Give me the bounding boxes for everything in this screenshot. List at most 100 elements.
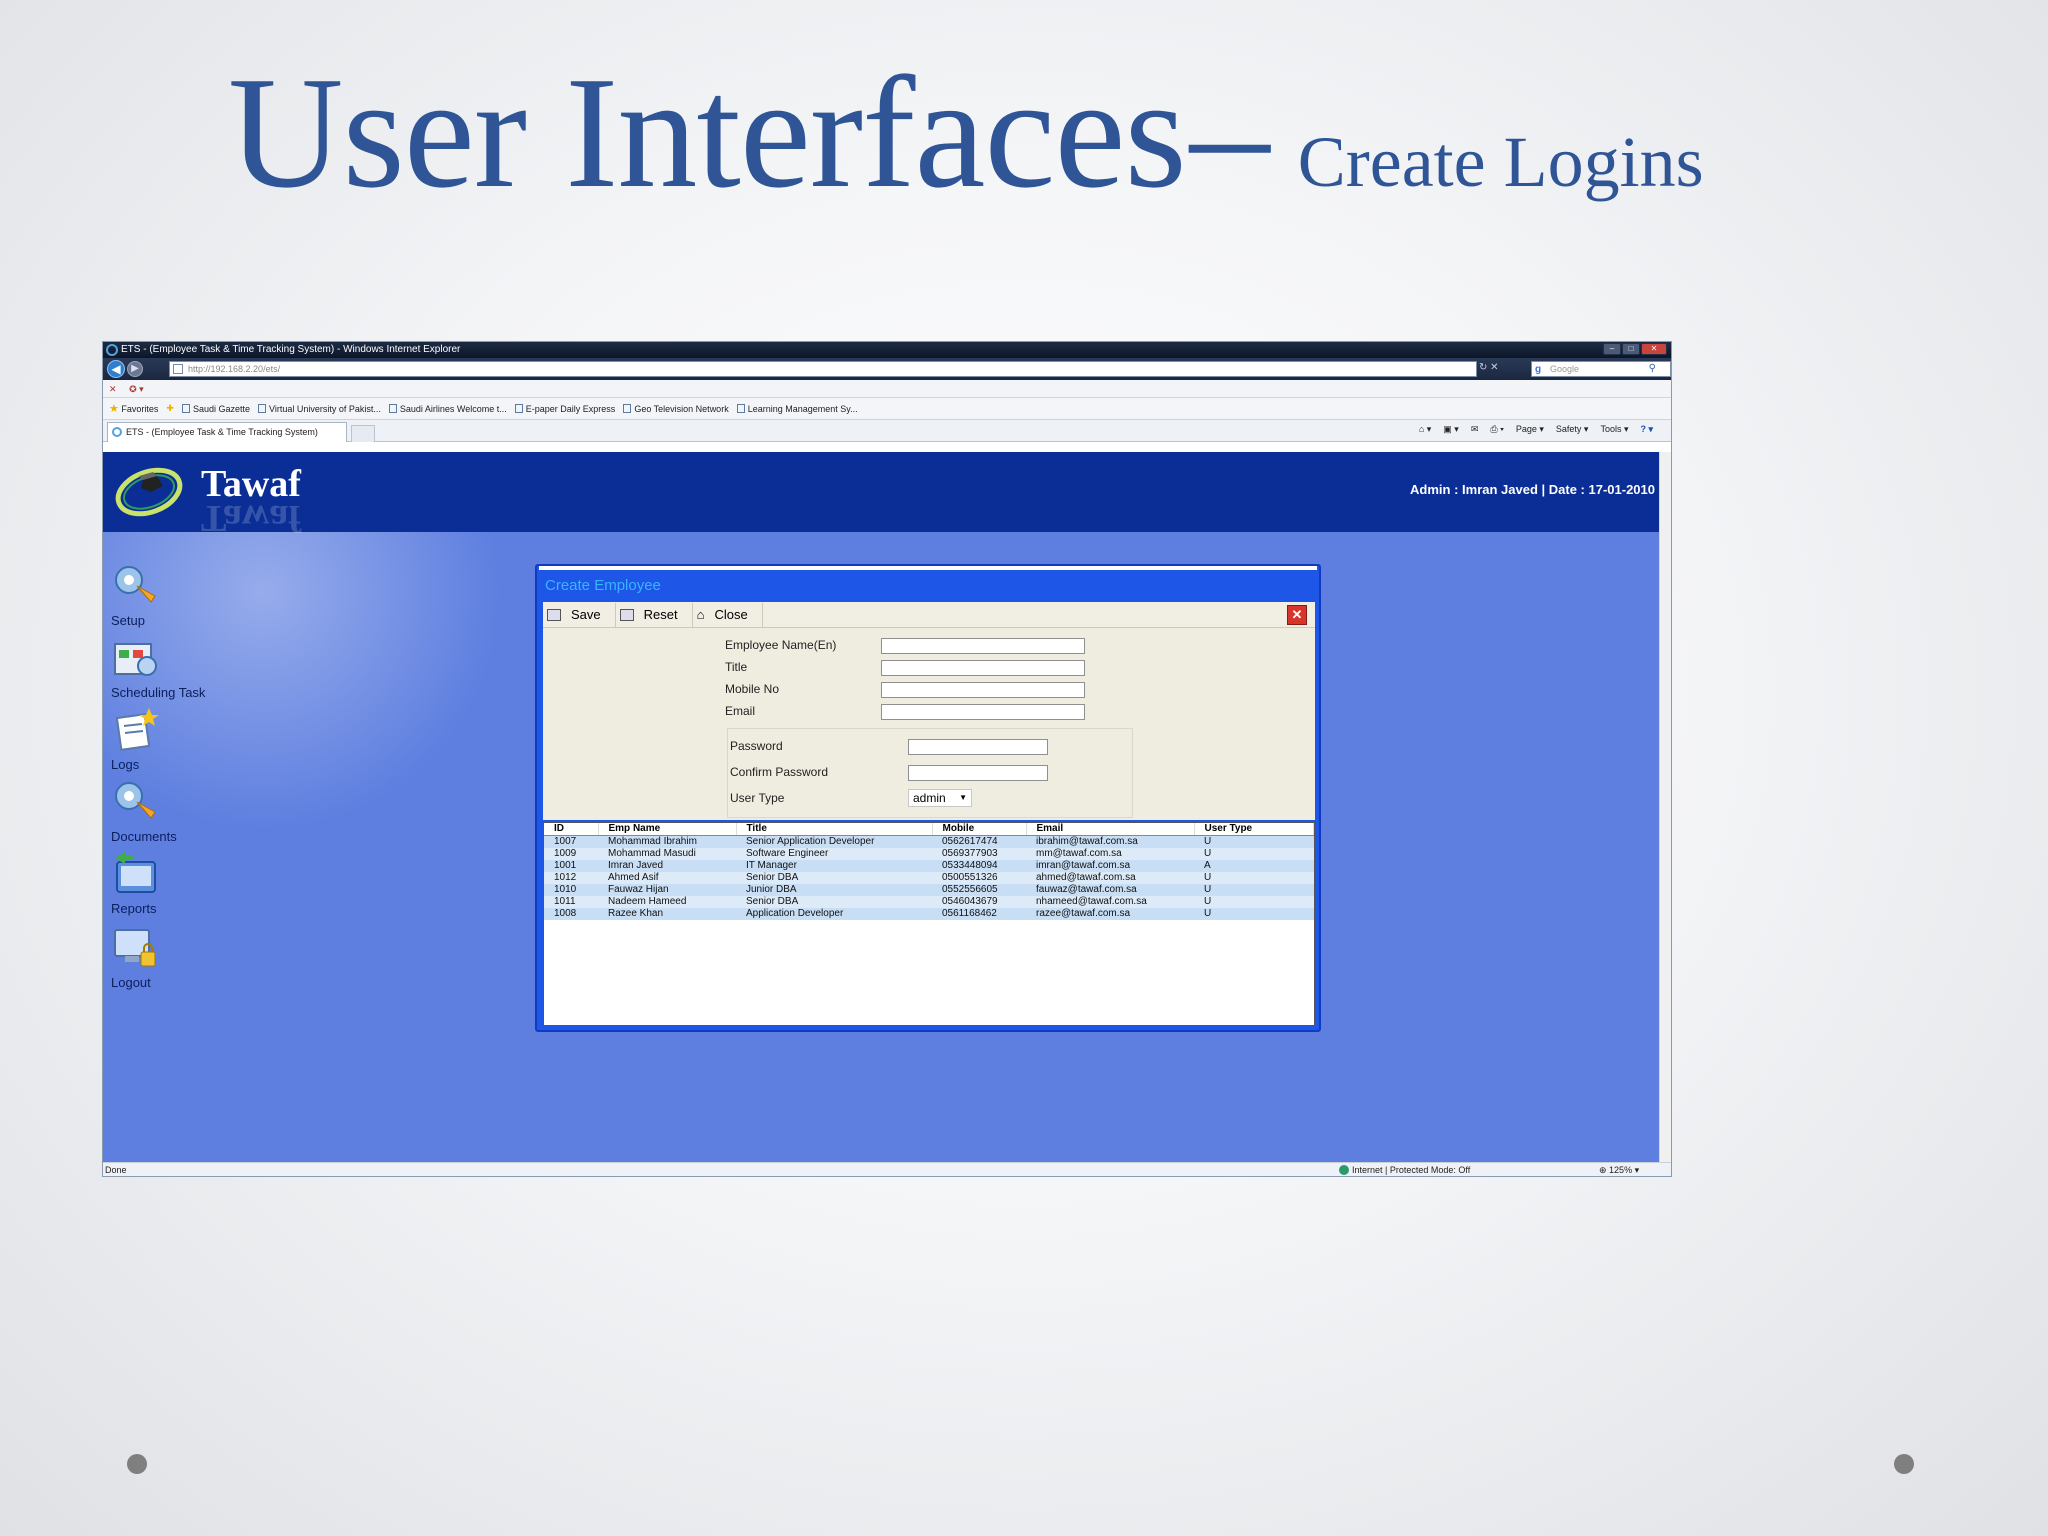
home-icon: ⌂ (696, 607, 705, 622)
x-icon[interactable]: ✕ (109, 384, 117, 394)
setup-icon (115, 566, 156, 603)
employee-name-label: Employee Name(En) (725, 638, 837, 652)
close-window-button[interactable]: ✕ (1641, 343, 1667, 355)
slide-bullet-left (127, 1454, 147, 1474)
email-label: Email (725, 704, 756, 718)
refresh-stop-icons[interactable]: ↻ ✕ (1479, 362, 1499, 373)
feeds-icon[interactable]: ▣ ▾ (1443, 424, 1459, 435)
table-row[interactable]: 1011 Nadeem Hameed Senior DBA 0546043679 nha… (544, 895, 1314, 908)
col-id[interactable]: ID (544, 823, 599, 836)
create-employee-dialog: Create Employee Save Reset ⌂ Close ✕ Emp… (535, 564, 1321, 1032)
table-header-row: ID Emp Name Title Mobile Email User Type (544, 823, 1314, 836)
url-input[interactable]: http://192.168.2.20/ets/ (169, 361, 1477, 377)
save-icon (547, 608, 561, 621)
google-icon: g (1535, 364, 1542, 375)
save-button[interactable]: Save (543, 602, 616, 627)
addon-icon[interactable]: ✪ ▾ (129, 384, 144, 394)
table-row[interactable]: 1012 Ahmed Asif Senior DBA 0500551326 ahmed@… (544, 871, 1314, 884)
col-emp-name[interactable]: Emp Name (598, 823, 737, 836)
page-menu[interactable]: Page ▾ (1516, 424, 1544, 435)
app-header: Tawaf Tawaf Admin : Imran Javed | Date :… (103, 452, 1661, 539)
email-input[interactable] (881, 704, 1085, 720)
employee-table: ID Emp Name Title Mobile Email User Type… (543, 822, 1315, 1026)
col-user-type[interactable]: User Type (1194, 823, 1314, 836)
mail-icon[interactable]: ✉ (1471, 424, 1479, 435)
zoom-level[interactable]: ⊕ 125% ▾ (1599, 1163, 1639, 1176)
scheduling-icon (114, 643, 157, 676)
tab-ets[interactable]: ETS - (Employee Task & Time Tracking Sys… (107, 422, 347, 442)
documents-icon (115, 782, 156, 819)
table-row[interactable]: 1009 Mohammad Masudi Software Engineer 0569… (544, 847, 1314, 860)
fav-link[interactable]: Saudi Airlines Welcome t... (388, 403, 507, 414)
command-bar: ✕ ✪ ▾ (103, 380, 1671, 398)
title-input[interactable] (881, 660, 1085, 676)
help-menu[interactable]: ? ▾ (1640, 424, 1653, 435)
user-type-label: User Type (730, 791, 785, 805)
confirm-password-input[interactable] (908, 765, 1048, 781)
favorites-button[interactable]: ★ Favorites (109, 402, 158, 415)
sidebar-label: Scheduling Task (111, 685, 206, 700)
forward-button[interactable]: ▶ (127, 361, 143, 377)
fav-link[interactable]: Learning Management Sy... (736, 403, 858, 414)
table-row[interactable]: 1010 Fauwaz Hijan Junior DBA 0552556605 fauw… (544, 883, 1314, 896)
reset-button[interactable]: Reset (616, 602, 693, 627)
close-button[interactable]: ⌂ Close (693, 602, 763, 627)
dialog-toolbar: Save Reset ⌂ Close ✕ (543, 602, 1315, 628)
star-icon: ★ (109, 403, 119, 415)
status-bar: Done Internet | Protected Mode: Off ⊕ 12… (103, 1162, 1671, 1176)
fav-link[interactable]: Virtual University of Pakist... (258, 403, 381, 414)
header-user-date: Admin : Imran Javed | Date : 17-01-2010 (1410, 482, 1655, 497)
page-content: Tawaf Tawaf Admin : Imran Javed | Date :… (103, 452, 1661, 1162)
fav-link[interactable]: Geo Television Network (623, 403, 729, 414)
browser-toolbar: ⌂ ▾ ▣ ▾ ✉ ⎙ ▾ Page ▾ Safety ▾ Tools ▾ ? … (1419, 424, 1653, 435)
favorites-bar: ★ Favorites ✚ Saudi Gazette Virtual Univ… (103, 398, 1671, 420)
close-dialog-icon[interactable]: ✕ (1287, 605, 1307, 625)
fav-link[interactable]: Saudi Gazette (181, 403, 250, 414)
table-row[interactable]: 1008 Razee Khan Application Developer 05611… (544, 907, 1314, 920)
slide-title-dash: – (1189, 43, 1270, 221)
password-input[interactable] (908, 739, 1048, 755)
sidebar-label: Logout (111, 975, 151, 990)
title-label: Title (725, 660, 748, 674)
sidebar-item-scheduling[interactable]: Scheduling Task (111, 634, 241, 700)
minimize-button[interactable]: – (1603, 343, 1621, 355)
sidebar-item-reports[interactable]: Reports (111, 850, 241, 916)
search-input[interactable]: g Google ⚲ (1531, 361, 1671, 377)
maximize-button[interactable]: □ (1622, 343, 1640, 355)
sidebar-item-setup[interactable]: Setup (111, 562, 241, 628)
print-icon[interactable]: ⎙ ▾ (1490, 424, 1503, 435)
fav-link[interactable]: E-paper Daily Express (514, 403, 615, 414)
table-row[interactable]: 1007 Mohammad Ibrahim Senior Application D… (544, 835, 1314, 848)
slide-title-sub: Create Logins (1297, 122, 1704, 202)
safety-menu[interactable]: Safety ▾ (1556, 424, 1589, 435)
globe-icon (1339, 1165, 1349, 1175)
col-title[interactable]: Title (736, 823, 933, 836)
add-favorite-icon[interactable]: ✚ (166, 403, 174, 414)
employee-form: Employee Name(En) Title Mobile No Email … (543, 628, 1315, 820)
employee-name-input[interactable] (881, 638, 1085, 654)
tools-menu[interactable]: Tools ▾ (1600, 424, 1628, 435)
home-icon[interactable]: ⌂ ▾ (1419, 424, 1431, 435)
col-mobile[interactable]: Mobile (932, 823, 1027, 836)
table-row[interactable]: 1001 Imran Javed IT Manager 0533448094 imran… (544, 859, 1314, 872)
user-type-select[interactable]: admin ▼ (908, 789, 972, 807)
sidebar-label: Documents (111, 829, 177, 844)
password-label: Password (730, 739, 783, 753)
col-email[interactable]: Email (1026, 823, 1195, 836)
back-button[interactable]: ◀ (107, 360, 125, 378)
sidebar-item-logout[interactable]: Logout (111, 924, 241, 990)
mobile-label: Mobile No (725, 682, 780, 696)
sidebar-label: Logs (111, 757, 140, 772)
mobile-input[interactable] (881, 682, 1085, 698)
sidebar-item-documents[interactable]: Documents (111, 778, 241, 844)
vertical-scrollbar[interactable] (1659, 452, 1671, 1162)
slide-title-main: User Interfaces (228, 43, 1187, 221)
logs-icon (115, 708, 159, 751)
sidebar-item-logs[interactable]: Logs (111, 706, 241, 772)
window-titlebar: ETS - (Employee Task & Time Tracking Sys… (103, 342, 1671, 358)
url-text: http://192.168.2.20/ets/ (188, 364, 281, 374)
new-tab-button[interactable] (351, 425, 375, 442)
address-bar: ◀ ▶ http://192.168.2.20/ets/ ↻ ✕ g Googl… (103, 358, 1671, 380)
status-text: Done (105, 1165, 127, 1175)
search-icon[interactable]: ⚲ (1649, 362, 1656, 376)
